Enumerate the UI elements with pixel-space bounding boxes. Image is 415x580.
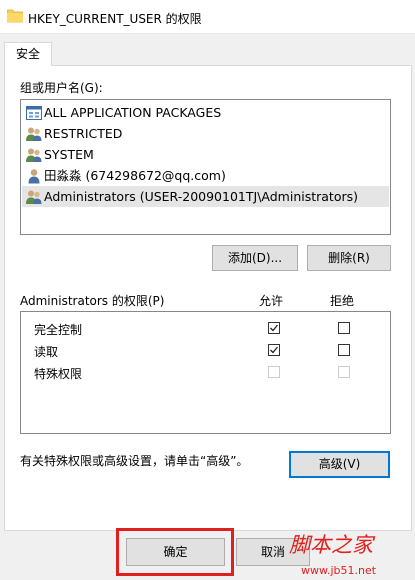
folder-icon bbox=[7, 9, 23, 23]
users-group-icon bbox=[26, 127, 42, 141]
watermark-logo: 脚本之家 www.jb51.net bbox=[289, 533, 377, 577]
permission-name: 读取 bbox=[34, 345, 59, 359]
list-item-label: RESTRICTED bbox=[44, 126, 123, 141]
window-title: HKEY_CURRENT_USER 的权限 bbox=[28, 12, 202, 26]
list-item[interactable]: SYSTEM bbox=[22, 144, 389, 165]
allow-full-control-checkbox[interactable] bbox=[268, 322, 280, 334]
checkmark-icon bbox=[270, 346, 279, 354]
list-item[interactable]: Administrators (USER-20090101TJ\Administ… bbox=[22, 186, 389, 207]
list-item[interactable]: 田淼淼 (674298672@qq.com) bbox=[22, 165, 389, 186]
watermark-brand: 脚本之家 bbox=[289, 533, 376, 557]
groups-label: 组或用户名(G): bbox=[20, 81, 103, 95]
ok-button[interactable]: 确定 bbox=[126, 538, 225, 566]
permissions-list: 完全控制 读取 特殊权限 bbox=[20, 311, 391, 434]
title-bar: HKEY_CURRENT_USER 的权限 bbox=[0, 0, 415, 34]
tab-security[interactable]: 安全 bbox=[4, 42, 52, 66]
advanced-button[interactable]: 高级(V) bbox=[289, 451, 390, 478]
deny-full-control-checkbox[interactable] bbox=[338, 322, 350, 334]
allow-read-checkbox[interactable] bbox=[268, 344, 280, 356]
permissions-label: Administrators 的权限(P) bbox=[20, 294, 165, 308]
allow-special-checkbox bbox=[268, 366, 280, 378]
user-icon bbox=[28, 169, 40, 184]
deny-special-checkbox bbox=[338, 366, 350, 378]
deny-header: 拒绝 bbox=[330, 294, 355, 308]
list-item-label: SYSTEM bbox=[44, 147, 94, 162]
list-item[interactable]: RESTRICTED bbox=[22, 123, 389, 144]
users-group-icon bbox=[26, 190, 42, 204]
list-item-label: Administrators (USER-20090101TJ\Administ… bbox=[44, 189, 359, 204]
users-group-icon bbox=[26, 148, 42, 162]
list-item[interactable]: ALL APPLICATION PACKAGES bbox=[22, 102, 389, 123]
add-button[interactable]: 添加(D)... bbox=[212, 245, 298, 271]
list-item-label: 田淼淼 (674298672@qq.com) bbox=[44, 168, 226, 183]
groups-list[interactable]: ALL APPLICATION PACKAGES RESTRICTED SYST… bbox=[20, 99, 391, 235]
permission-row: 完全控制 bbox=[21, 317, 390, 339]
remove-button[interactable]: 删除(R) bbox=[307, 245, 391, 271]
permission-row: 读取 bbox=[21, 339, 390, 361]
checkmark-icon bbox=[270, 324, 279, 332]
watermark-url: www.jb51.net bbox=[301, 564, 377, 577]
permission-name: 特殊权限 bbox=[34, 367, 83, 381]
permission-name: 完全控制 bbox=[34, 323, 83, 337]
allow-header: 允许 bbox=[259, 294, 284, 308]
app-packages-icon bbox=[26, 106, 42, 120]
advanced-note: 有关特殊权限或高级设置，请单击“高级”。 bbox=[20, 454, 249, 468]
list-item-label: ALL APPLICATION PACKAGES bbox=[44, 105, 222, 120]
permission-row: 特殊权限 bbox=[21, 361, 390, 383]
deny-read-checkbox[interactable] bbox=[338, 344, 350, 356]
